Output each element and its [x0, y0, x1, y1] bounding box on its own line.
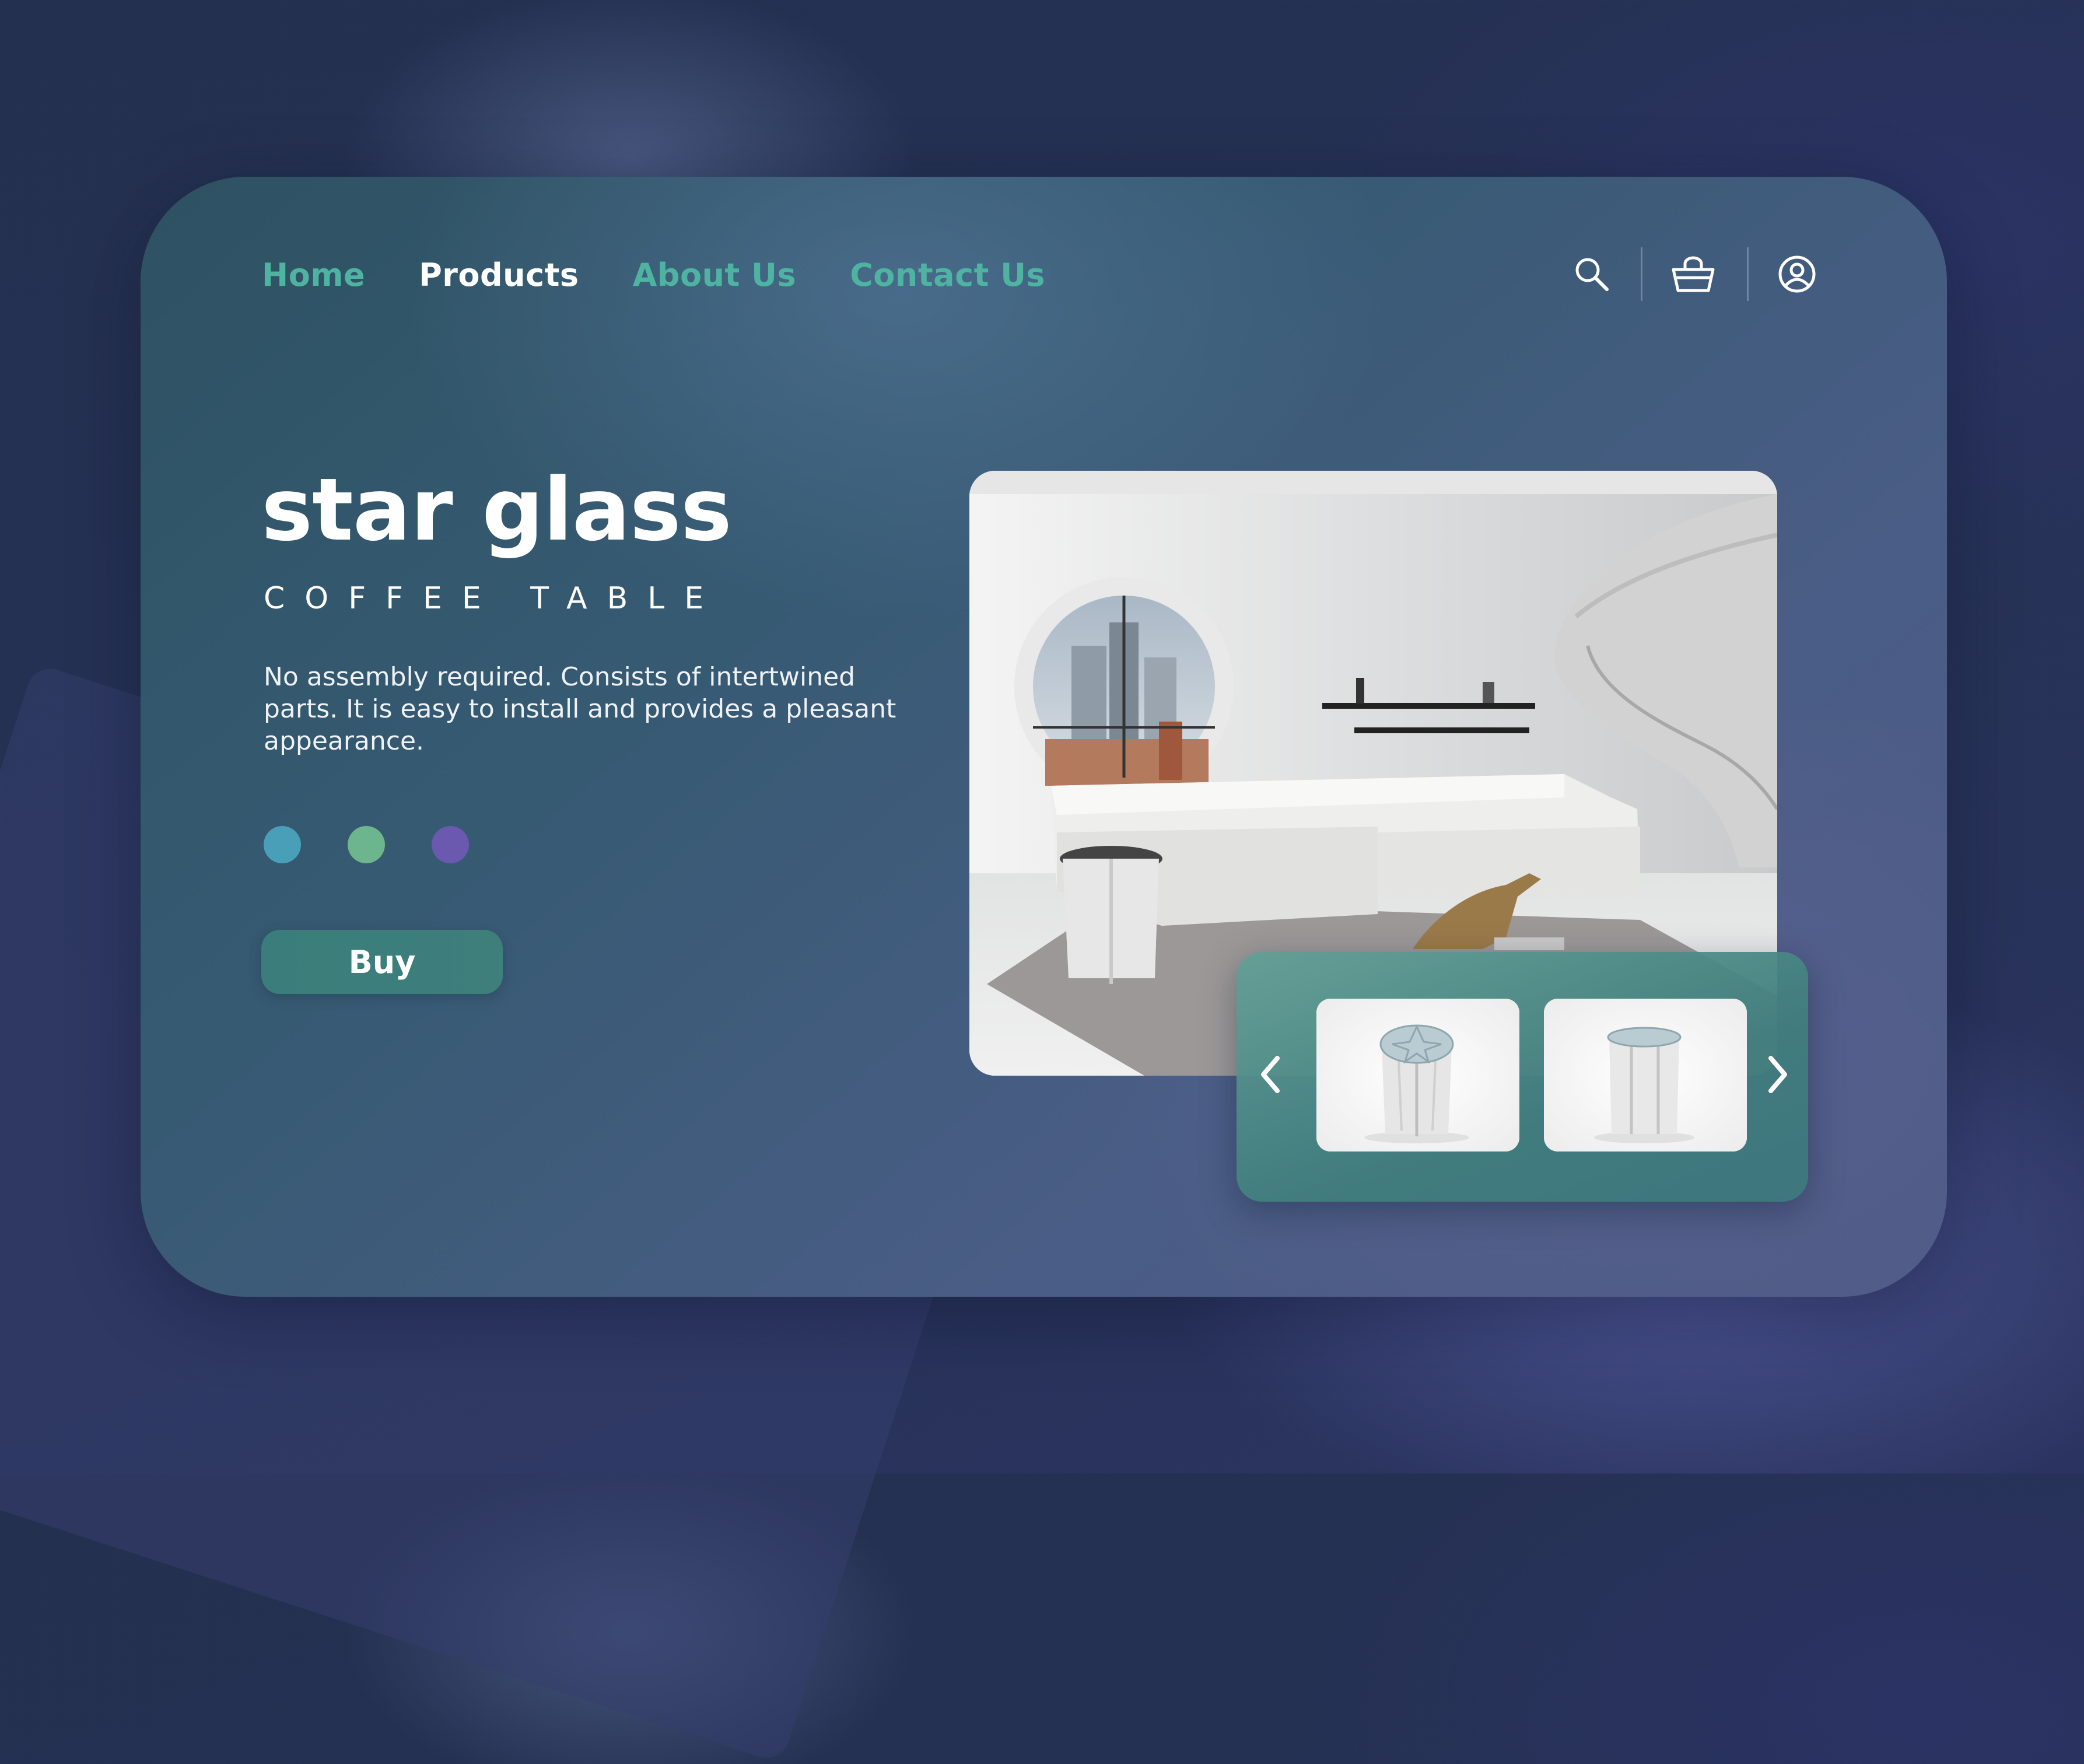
color-swatch-green[interactable]	[348, 826, 385, 863]
nav-products[interactable]: Products	[419, 257, 579, 293]
product-title: star glass	[261, 460, 732, 560]
search-icon[interactable]	[1572, 254, 1612, 294]
main-nav: Home Products About Us Contact Us	[262, 257, 1099, 293]
chevron-right-icon[interactable]	[1760, 1051, 1795, 1098]
color-swatch-purple[interactable]	[432, 826, 469, 863]
nav-home[interactable]: Home	[262, 257, 365, 293]
color-swatch-blue[interactable]	[264, 826, 301, 863]
header-divider	[1641, 247, 1642, 301]
thumbnail-carousel	[1237, 952, 1808, 1202]
product-subtitle: COFFEE TABLE	[264, 581, 724, 616]
nav-about-us[interactable]: About Us	[633, 257, 797, 293]
nav-contact-us[interactable]: Contact Us	[850, 257, 1045, 293]
user-circle-icon[interactable]	[1777, 254, 1817, 294]
basket-icon[interactable]	[1670, 254, 1717, 294]
thumbnail-item[interactable]	[1544, 999, 1747, 1152]
product-description: No assembly required. Consists of intert…	[264, 662, 896, 756]
header-actions	[1560, 245, 1829, 303]
chevron-left-icon[interactable]	[1253, 1051, 1288, 1098]
header-divider	[1747, 247, 1749, 301]
buy-button[interactable]: Buy	[261, 930, 503, 994]
thumbnail-item[interactable]	[1316, 999, 1519, 1152]
